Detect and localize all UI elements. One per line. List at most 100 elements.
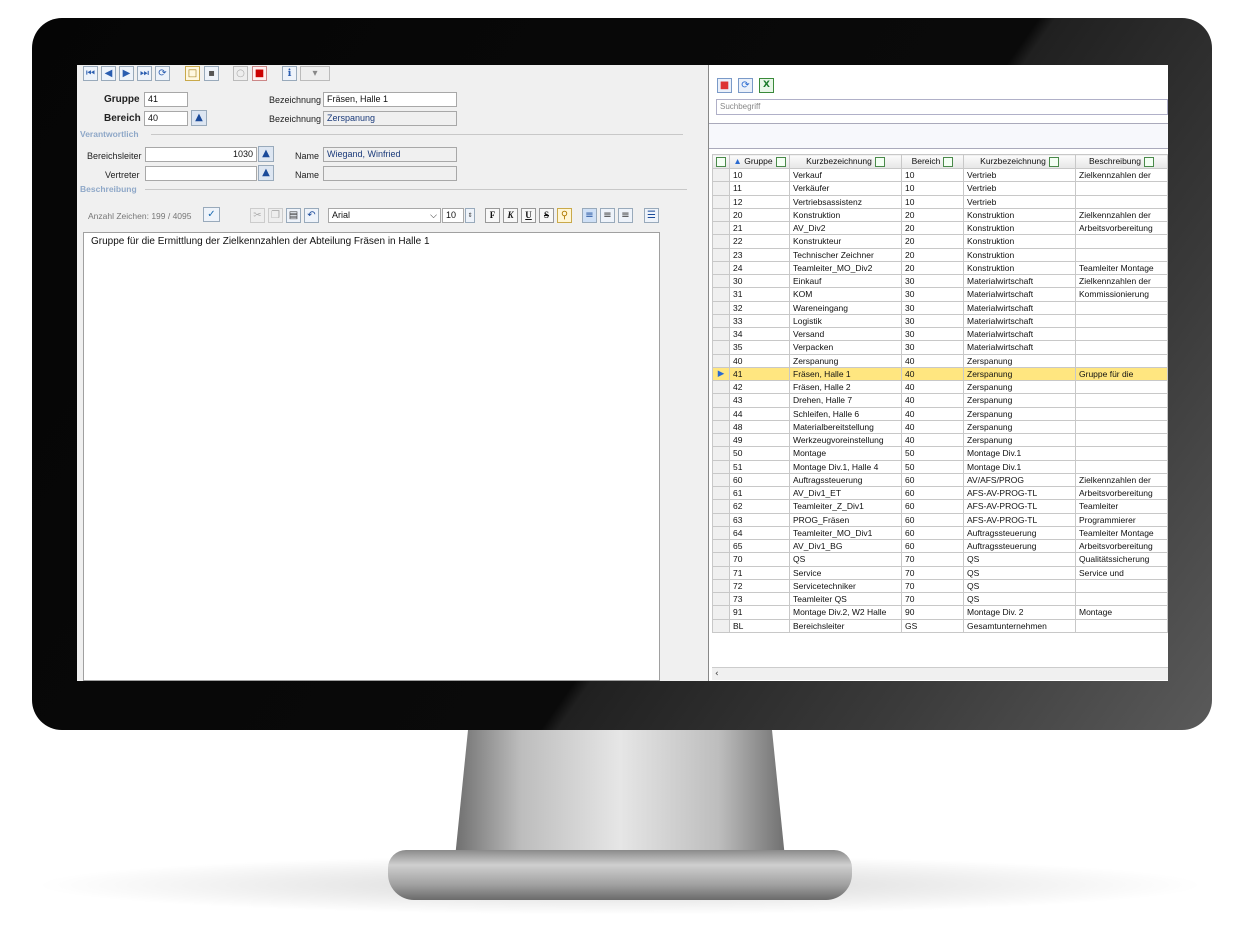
cell-gruppe[interactable]: 72 — [729, 578, 790, 594]
row-indicator[interactable] — [712, 432, 730, 448]
table-row[interactable]: 64 Teamleiter_MO_Div1 60 Auftragssteuerung T… — [712, 525, 1168, 541]
cell-gruppe[interactable]: 32 — [729, 300, 790, 315]
cell-bereich[interactable]: 20 — [901, 234, 964, 249]
layout-colors-icon[interactable]: ■ — [717, 78, 732, 93]
cell-gruppe[interactable]: 50 — [729, 446, 790, 461]
cell-gruppe[interactable]: 23 — [729, 247, 790, 262]
row-indicator[interactable] — [712, 525, 730, 541]
cell-beschreibung[interactable]: Teamleiter — [1075, 499, 1168, 514]
row-indicator[interactable] — [712, 499, 730, 514]
cell-kurzbezeichnung[interactable]: Verkauf — [789, 167, 902, 183]
cell-gruppe[interactable]: 44 — [729, 406, 790, 421]
cell-kurzbezeichnung[interactable]: Auftragssteuerung — [789, 472, 902, 488]
table-row[interactable]: 42 Fräsen, Halle 2 40 Zerspanung — [712, 379, 1168, 395]
cell-bereich[interactable]: 10 — [901, 181, 964, 196]
cell-gruppe[interactable]: 33 — [729, 313, 790, 329]
save-icon[interactable]: ▪ — [204, 66, 219, 81]
cell-bereich[interactable]: 60 — [901, 525, 964, 541]
cell-bereich-kurzbezeichnung[interactable]: Zerspanung — [963, 419, 1076, 435]
last-record-icon[interactable]: ⏭ — [137, 66, 152, 81]
table-row[interactable]: 33 Logistik 30 Materialwirtschaft — [712, 313, 1168, 329]
cell-bereich[interactable]: 40 — [901, 353, 964, 368]
align-center-icon[interactable]: ≡ — [600, 208, 615, 223]
copy-icon[interactable]: ❐ — [268, 208, 283, 223]
table-row[interactable]: 35 Verpacken 30 Materialwirtschaft — [712, 340, 1168, 355]
row-indicator[interactable] — [712, 485, 730, 501]
cell-bereich[interactable]: 40 — [901, 406, 964, 421]
cell-kurzbezeichnung[interactable]: Montage Div.2, W2 Halle — [789, 605, 902, 620]
row-indicator[interactable] — [712, 591, 730, 607]
cell-kurzbezeichnung[interactable]: Konstrukteur — [789, 234, 902, 249]
cell-bereich[interactable]: 60 — [901, 512, 964, 527]
font-family-select[interactable]: Arial ⌵ — [328, 208, 441, 223]
cell-kurzbezeichnung[interactable]: Fräsen, Halle 1 — [789, 366, 902, 382]
table-row[interactable]: 91 Montage Div.2, W2 Halle 90 Montage Div. … — [712, 605, 1168, 620]
cell-beschreibung[interactable]: Teamleiter Montage — [1075, 260, 1168, 276]
cell-bereich[interactable]: 30 — [901, 287, 964, 302]
cell-bereich[interactable]: 70 — [901, 591, 964, 607]
cell-beschreibung[interactable]: Arbeitsvorbereitung — [1075, 220, 1168, 236]
align-left-icon[interactable]: ≡ — [582, 208, 597, 223]
first-record-icon[interactable]: ⏮ — [83, 66, 98, 81]
font-size-input[interactable]: 10 — [442, 208, 464, 223]
cell-gruppe[interactable]: 20 — [729, 207, 790, 223]
column-header-beschreibung[interactable]: Beschreibung — [1075, 154, 1168, 169]
row-indicator[interactable] — [712, 393, 730, 408]
cell-gruppe[interactable]: 60 — [729, 472, 790, 488]
cell-beschreibung[interactable] — [1075, 432, 1168, 448]
cell-bereich-kurzbezeichnung[interactable]: Auftragssteuerung — [963, 538, 1076, 554]
refresh-grid-icon[interactable]: ⟳ — [738, 78, 753, 93]
cell-beschreibung[interactable]: Montage — [1075, 605, 1168, 620]
cell-bereich[interactable]: 30 — [901, 340, 964, 355]
cell-kurzbezeichnung[interactable]: AV_Div1_ET — [789, 485, 902, 501]
row-indicator[interactable] — [712, 300, 730, 315]
table-row[interactable]: 23 Technischer Zeichner 20 Konstruktion — [712, 247, 1168, 262]
table-row[interactable]: 60 Auftragssteuerung 60 AV/AFS/PROG Zielkenn… — [712, 472, 1168, 488]
row-indicator[interactable] — [712, 565, 730, 580]
cell-beschreibung[interactable]: Service und — [1075, 565, 1168, 580]
cell-bereich[interactable]: 20 — [901, 207, 964, 223]
paste-icon[interactable]: ▤ — [286, 208, 301, 223]
cell-kurzbezeichnung[interactable]: Montage Div.1, Halle 4 — [789, 459, 902, 474]
row-indicator[interactable] — [712, 287, 730, 302]
cell-beschreibung[interactable] — [1075, 353, 1168, 368]
cell-beschreibung[interactable] — [1075, 194, 1168, 209]
table-row[interactable]: 43 Drehen, Halle 7 40 Zerspanung — [712, 393, 1168, 408]
cell-kurzbezeichnung[interactable]: Materialbereitstellung — [789, 419, 902, 435]
spellcheck-icon[interactable]: ✓ — [203, 207, 220, 222]
bold-button[interactable]: F — [485, 208, 500, 223]
row-indicator[interactable] — [712, 260, 730, 276]
cell-bereich-kurzbezeichnung[interactable]: Konstruktion — [963, 247, 1076, 262]
row-indicator[interactable] — [712, 379, 730, 395]
column-header-gruppe[interactable]: ▲ Gruppe — [729, 154, 790, 169]
cell-beschreibung[interactable]: Zielkennzahlen der — [1075, 207, 1168, 223]
cell-bereich[interactable]: 10 — [901, 167, 964, 183]
row-indicator[interactable] — [712, 459, 730, 474]
cell-bereich[interactable]: 40 — [901, 379, 964, 395]
cell-gruppe[interactable]: 48 — [729, 419, 790, 435]
refresh-icon[interactable]: ⟳ — [155, 66, 170, 81]
cell-bereich-kurzbezeichnung[interactable]: Zerspanung — [963, 432, 1076, 448]
cut-icon[interactable]: ✂ — [250, 208, 265, 223]
cell-bereich[interactable]: 90 — [901, 605, 964, 620]
cell-bereich-kurzbezeichnung[interactable]: Konstruktion — [963, 260, 1076, 276]
previous-record-icon[interactable]: ◀ — [101, 66, 116, 81]
row-indicator[interactable] — [712, 618, 730, 633]
cell-bereich-kurzbezeichnung[interactable]: Konstruktion — [963, 220, 1076, 236]
cell-bereich-kurzbezeichnung[interactable]: Materialwirtschaft — [963, 313, 1076, 329]
table-row[interactable]: 10 Verkauf 10 Vertrieb Zielkennzahlen der — [712, 167, 1168, 183]
row-indicator[interactable] — [712, 578, 730, 594]
cell-kurzbezeichnung[interactable]: Teamleiter QS — [789, 591, 902, 607]
cell-bereich-kurzbezeichnung[interactable]: AV/AFS/PROG — [963, 472, 1076, 488]
cell-bereich-kurzbezeichnung[interactable]: Vertrieb — [963, 167, 1076, 183]
cell-bereich-kurzbezeichnung[interactable]: Materialwirtschaft — [963, 326, 1076, 342]
print-dropdown-icon[interactable]: ▾ — [300, 66, 330, 81]
cell-beschreibung[interactable]: Zielkennzahlen der — [1075, 273, 1168, 289]
cell-kurzbezeichnung[interactable]: Verpacken — [789, 340, 902, 355]
cell-kurzbezeichnung[interactable]: Technischer Zeichner — [789, 247, 902, 262]
cell-kurzbezeichnung[interactable]: AV_Div1_BG — [789, 538, 902, 554]
cell-bereich[interactable]: 70 — [901, 552, 964, 567]
cell-kurzbezeichnung[interactable]: Konstruktion — [789, 207, 902, 223]
vertreter-input[interactable] — [145, 166, 257, 181]
row-indicator[interactable] — [712, 605, 730, 620]
